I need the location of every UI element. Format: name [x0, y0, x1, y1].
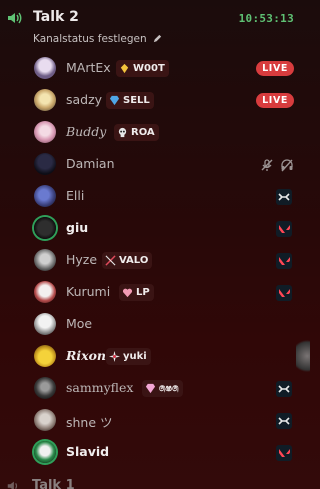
voice-user-row[interactable]: Moe	[30, 309, 304, 341]
channel-title: Talk 2	[33, 9, 79, 25]
voice-status	[260, 157, 294, 173]
server-tag: VALO	[102, 252, 153, 269]
speaker-icon	[8, 12, 22, 24]
voice-user-row[interactable]: giu	[30, 213, 304, 245]
user-name: MArtEx	[66, 60, 111, 75]
avatar	[34, 89, 56, 111]
voice-user-row[interactable]: Hyze VALO	[30, 245, 304, 277]
avatar	[34, 281, 56, 303]
user-name: sammyflex	[66, 380, 134, 395]
voice-user-row[interactable]: Buddy ROA	[30, 117, 304, 149]
app-activity-icon	[276, 189, 292, 205]
voice-user-list: MArtEx W00T LIVE sadzy SELL LIVE Buddy R…	[30, 53, 304, 469]
server-tag: LP	[119, 284, 154, 301]
avatar	[34, 345, 56, 367]
avatar	[34, 185, 56, 207]
user-name: Moe	[66, 316, 93, 331]
server-tag: yuki	[106, 348, 151, 365]
user-name: Slavid	[66, 444, 110, 459]
channel-header[interactable]: Talk 2 10:53:13 Kanalstatus festlegen	[0, 6, 304, 50]
channel-title: Talk 1	[32, 478, 75, 489]
user-name: Elli	[66, 188, 85, 203]
avatar	[34, 377, 56, 399]
server-tag: SELL	[106, 92, 154, 109]
avatar	[34, 409, 56, 431]
set-channel-status[interactable]: Kanalstatus festlegen	[33, 33, 147, 45]
avatar	[34, 57, 56, 79]
voice-user-row[interactable]: Damian	[30, 149, 304, 181]
voice-user-row[interactable]: sammyflex ෧ෂ෧	[30, 373, 304, 405]
muted-mic-icon	[261, 159, 273, 171]
voice-user-row[interactable]: shne ツ	[30, 405, 304, 437]
user-name: Rixon	[66, 348, 107, 363]
valorant-icon	[276, 253, 292, 269]
server-tag: W00T	[116, 60, 169, 77]
server-tag: ROA	[114, 124, 159, 141]
user-name: sadzy	[66, 92, 103, 107]
app-activity-icon	[276, 413, 292, 429]
avatar	[34, 121, 56, 143]
live-badge: LIVE	[256, 61, 294, 76]
voice-user-row[interactable]: Kurumi LP	[30, 277, 304, 309]
user-name: Buddy	[66, 124, 107, 139]
swords-icon	[105, 255, 116, 266]
user-name: shne ツ	[66, 415, 113, 430]
avatar	[34, 249, 56, 271]
user-name: Kurumi	[66, 284, 111, 299]
gem-icon	[109, 95, 120, 106]
deafened-headphones-icon	[281, 159, 293, 172]
avatar	[34, 217, 56, 239]
valorant-icon	[276, 445, 292, 461]
app-activity-icon	[276, 381, 292, 397]
avatar	[296, 336, 310, 376]
voice-channel-talk-1[interactable]: Talk 1	[6, 478, 126, 489]
gem-icon	[145, 383, 156, 394]
server-tag: ෧ෂ෧	[142, 380, 183, 397]
valorant-icon	[276, 221, 292, 237]
voice-user-row[interactable]: Slavid	[30, 437, 304, 469]
voice-user-row[interactable]: sadzy SELL LIVE	[30, 85, 304, 117]
skull-icon	[118, 127, 127, 138]
diamond-icon	[120, 63, 129, 74]
avatar	[34, 153, 56, 175]
user-name: Damian	[66, 156, 115, 171]
avatar	[34, 313, 56, 335]
user-name: giu	[66, 220, 89, 235]
heart-icon	[122, 288, 133, 298]
user-name: Hyze	[66, 252, 98, 267]
voice-user-row[interactable]: Elli	[30, 181, 304, 213]
live-badge: LIVE	[256, 93, 294, 108]
speaker-icon	[7, 481, 18, 489]
channel-timer: 10:53:13	[238, 12, 294, 25]
sparkle-icon	[109, 351, 120, 362]
voice-user-row[interactable]: MArtEx W00T LIVE	[30, 53, 304, 85]
avatar	[34, 441, 56, 463]
valorant-icon	[276, 285, 292, 301]
pencil-icon[interactable]	[152, 33, 163, 44]
voice-user-row[interactable]: Rixon yuki	[30, 341, 304, 373]
